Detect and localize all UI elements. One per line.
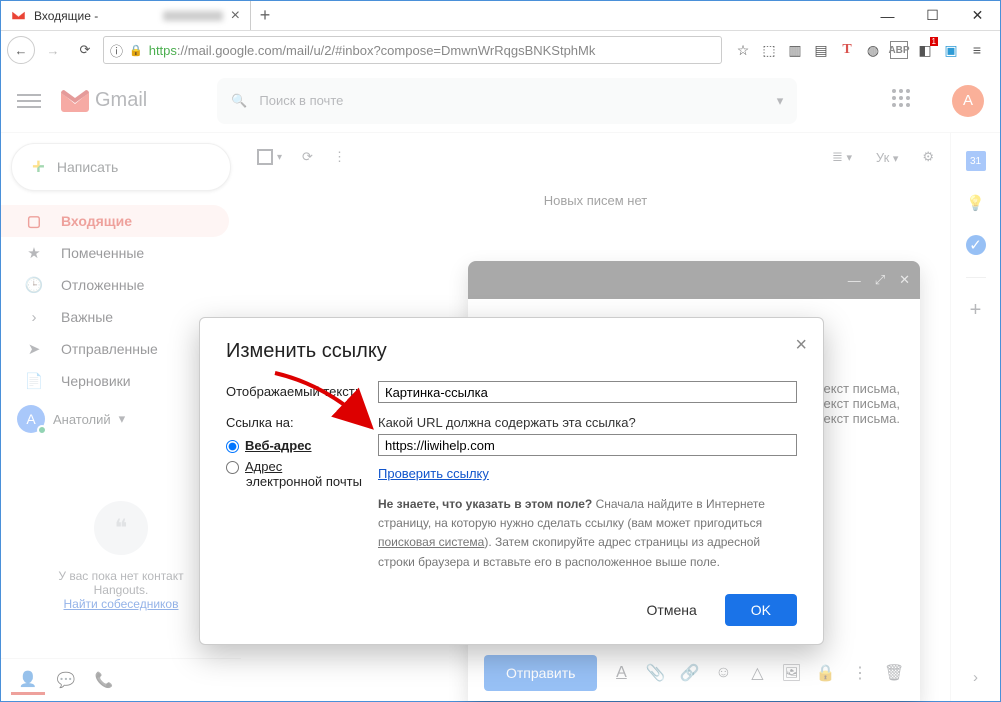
tab-close-icon[interactable]: × [231, 7, 240, 25]
menu-icon[interactable]: ≡ [968, 41, 986, 59]
tab-title: Входящие - [34, 9, 155, 23]
window-controls: — ☐ ✕ [865, 1, 1000, 30]
ok-button[interactable]: OK [725, 594, 797, 626]
link-to-label: Ссылка на: [226, 415, 378, 430]
radio-email-address[interactable]: Адресэлектронной почты [226, 459, 378, 489]
ext-icon-t[interactable]: T [838, 41, 856, 59]
test-link[interactable]: Проверить ссылку [378, 466, 489, 481]
radio-web-address[interactable]: Веб-адрес [226, 438, 378, 453]
star-icon[interactable]: ☆ [734, 41, 752, 59]
back-button[interactable]: ← [7, 36, 35, 64]
forward-button[interactable]: → [39, 36, 67, 64]
close-dialog-icon[interactable]: × [795, 334, 807, 357]
cancel-button[interactable]: Отмена [633, 594, 711, 626]
url-scheme: https [149, 43, 177, 58]
maximize-button[interactable]: ☐ [910, 1, 955, 30]
edit-link-dialog: × Изменить ссылку Отображаемый текст: Сс… [199, 317, 824, 645]
reload-button[interactable]: ⟳ [71, 36, 99, 64]
url-question-label: Какой URL должна содержать эта ссылка? [378, 415, 797, 430]
radio-web-input[interactable] [226, 440, 239, 453]
ext-icon-3[interactable]: ▤ [812, 41, 830, 59]
browser-titlebar: Входящие - × + — ☐ ✕ [1, 1, 1000, 31]
new-tab-button[interactable]: + [251, 1, 279, 30]
address-bar: ← → ⟳ ⓘ 🔒 https://mail.google.com/mail/u… [1, 31, 1000, 69]
display-text-label: Отображаемый текст: [226, 381, 378, 403]
info-icon: ⓘ [110, 41, 123, 60]
ext-icon-5[interactable]: ▣ [942, 41, 960, 59]
url-field[interactable]: ⓘ 🔒 https://mail.google.com/mail/u/2/#in… [103, 36, 722, 64]
url-input[interactable] [378, 434, 797, 456]
gmail-favicon-icon [11, 8, 26, 23]
radio-email-input[interactable] [226, 461, 239, 474]
tab-blurred-text [163, 11, 223, 21]
ext-icon-1[interactable]: ⬚ [760, 41, 778, 59]
lock-icon: 🔒 [129, 44, 143, 57]
display-text-input[interactable] [378, 381, 797, 403]
browser-tab[interactable]: Входящие - × [1, 1, 251, 30]
minimize-button[interactable]: — [865, 1, 910, 30]
ext-icon-badge[interactable]: ◧1 [916, 41, 934, 59]
ext-icon-2[interactable]: ▥ [786, 41, 804, 59]
close-window-button[interactable]: ✕ [955, 1, 1000, 30]
extension-icons: ☆ ⬚ ▥ ▤ T ◍ ABP ◧1 ▣ ≡ [726, 41, 994, 59]
dialog-title: Изменить ссылку [226, 340, 797, 363]
ext-icon-4[interactable]: ◍ [864, 41, 882, 59]
abp-icon[interactable]: ABP [890, 41, 908, 59]
url-path: ://mail.google.com/mail/u/2/#inbox?compo… [177, 43, 595, 58]
hint-text: Не знаете, что указать в этом поле? Снач… [378, 495, 797, 572]
